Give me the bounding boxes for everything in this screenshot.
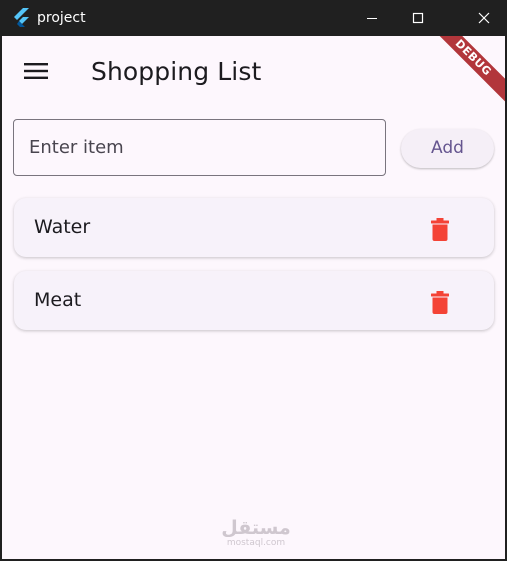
- item-input-field[interactable]: [13, 119, 386, 176]
- add-button[interactable]: Add: [401, 129, 494, 168]
- app-window: project Shopping List DEBUG Enter item A…: [0, 0, 507, 561]
- watermark-url: mostaql.com: [226, 538, 286, 548]
- trash-icon: [431, 290, 449, 314]
- close-icon: [478, 12, 490, 24]
- item-input[interactable]: [14, 120, 385, 175]
- list-item: Meat: [14, 271, 494, 330]
- app-body: Shopping List DEBUG Add Water Meat: [2, 36, 505, 559]
- debug-banner: DEBUG: [424, 36, 505, 107]
- flutter-logo-icon: [12, 8, 30, 28]
- maximize-icon: [412, 12, 424, 24]
- trash-icon: [431, 217, 449, 241]
- watermark: مستقل mostaql.com: [196, 518, 316, 548]
- delete-button[interactable]: [422, 284, 458, 320]
- item-label: Meat: [34, 289, 82, 311]
- window-title: project: [37, 10, 86, 26]
- title-bar: project: [0, 0, 507, 36]
- list-item: Water: [14, 198, 494, 257]
- menu-icon[interactable]: [24, 61, 48, 81]
- minimize-button[interactable]: [349, 0, 395, 36]
- minimize-icon: [367, 18, 377, 19]
- close-button[interactable]: [461, 0, 507, 36]
- watermark-logo-text: مستقل: [221, 517, 291, 539]
- page-title: Shopping List: [91, 57, 262, 86]
- maximize-button[interactable]: [395, 0, 441, 36]
- delete-button[interactable]: [422, 211, 458, 247]
- item-label: Water: [34, 216, 91, 238]
